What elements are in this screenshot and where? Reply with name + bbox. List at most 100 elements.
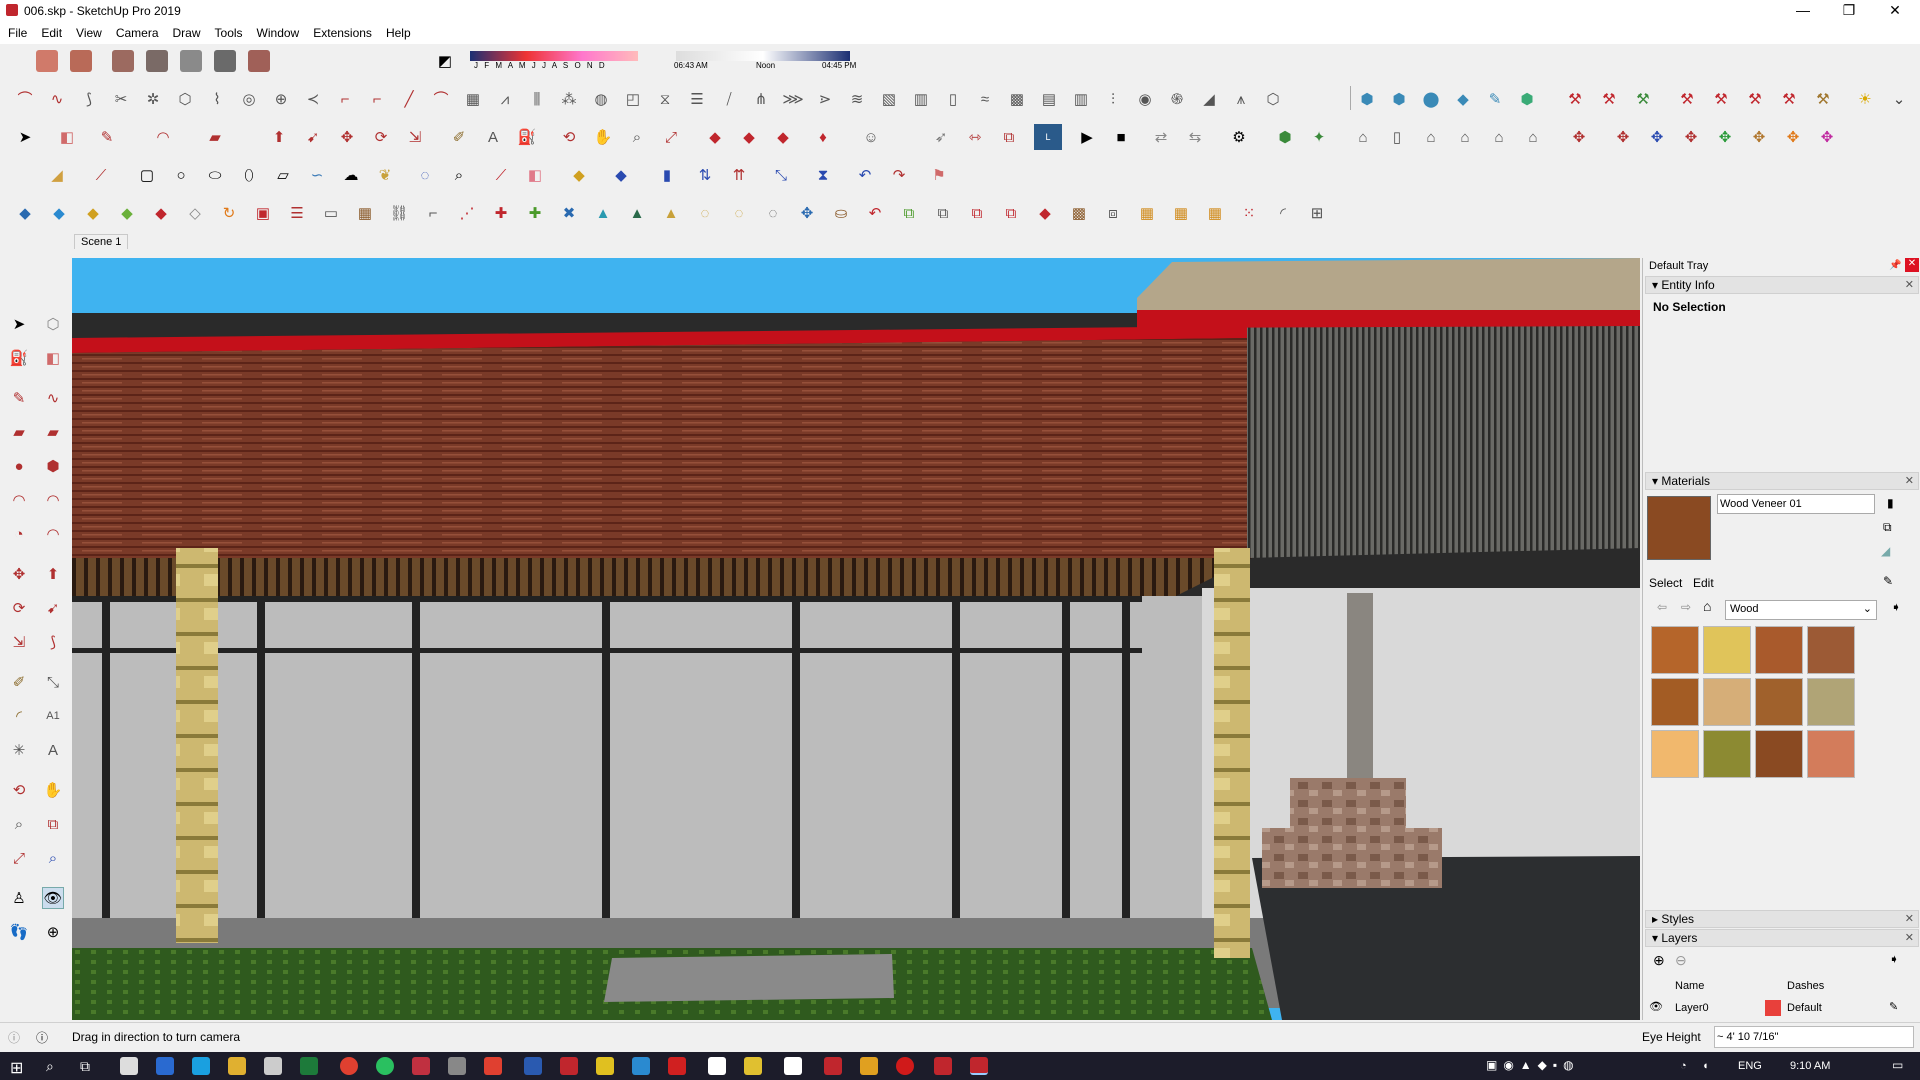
axes-8-icon[interactable]: ✥ (1816, 126, 1838, 148)
red-tool-a-icon[interactable]: ⟋ (490, 164, 512, 186)
grid-orange-1-icon[interactable]: ▦ (1136, 202, 1158, 224)
whatsapp-icon[interactable] (376, 1057, 394, 1075)
slash-icon[interactable]: ⧸ (718, 88, 740, 110)
grid-icon[interactable]: ▦ (462, 88, 484, 110)
axes-7-icon[interactable]: ✥ (1782, 126, 1804, 148)
line-icon[interactable]: ✎ (8, 387, 30, 409)
cross-blue-icon[interactable]: ✖ (558, 202, 580, 224)
eraser-pink-icon[interactable]: ◧ (524, 164, 546, 186)
clock[interactable]: 9:10 AM (1790, 1060, 1830, 1072)
spiral-icon[interactable]: ֍ (1166, 88, 1188, 110)
model-viewport[interactable] (72, 258, 1640, 1020)
undo-arrow-icon[interactable]: ↶ (854, 164, 876, 186)
app-red-1-icon[interactable] (412, 1057, 430, 1075)
select-icon[interactable]: ➤ (8, 313, 30, 335)
materials-close-icon[interactable]: ✕ (1905, 474, 1914, 487)
door-icon[interactable]: ▯ (1386, 126, 1408, 148)
fan-icon[interactable]: ⋙ (782, 88, 804, 110)
cylinder-blue-icon[interactable]: ⬤ (1420, 88, 1442, 110)
layer-blue-2-icon[interactable]: ◆ (48, 202, 70, 224)
swatch-11[interactable] (1755, 730, 1803, 778)
tool-red-4-icon[interactable]: ⚒ (1710, 88, 1732, 110)
polyline-icon[interactable]: ∿ (46, 88, 68, 110)
view-right-icon[interactable] (146, 50, 168, 72)
followme-tool-icon[interactable]: ➹ (42, 597, 64, 619)
swatch-10[interactable] (1703, 730, 1751, 778)
app-red-2-icon[interactable] (484, 1057, 502, 1075)
store-icon[interactable] (264, 1057, 282, 1075)
swatch-1[interactable] (1651, 626, 1699, 674)
bezier-icon[interactable]: ∽ (306, 164, 328, 186)
stop-icon[interactable]: ■ (1110, 126, 1132, 148)
ruled-icon[interactable]: ▥ (1070, 88, 1092, 110)
dots-line-icon[interactable]: ⋰ (456, 202, 478, 224)
sphere-grid-icon[interactable]: ◉ (1134, 88, 1156, 110)
freehand-icon[interactable]: ∿ (42, 387, 64, 409)
orbit-icon[interactable]: ⟲ (558, 126, 580, 148)
rotated-rect-icon[interactable]: ▰ (42, 421, 64, 443)
material-create-icon[interactable]: ⧉ (1883, 520, 1892, 535)
extension-warehouse-icon[interactable]: ◆ (772, 126, 794, 148)
materials-tab-edit[interactable]: Edit (1693, 576, 1714, 590)
offset-tool-icon[interactable]: ⟆ (42, 631, 64, 653)
mesh-icon[interactable]: ▩ (1006, 88, 1028, 110)
previous-view-icon[interactable]: ⌕ (42, 847, 64, 869)
sticky-notes-icon[interactable] (596, 1057, 614, 1075)
material-name-input[interactable] (1717, 494, 1875, 514)
sketchup-active-icon[interactable] (970, 1057, 988, 1075)
oval-shape-icon[interactable]: ⬭ (204, 164, 226, 186)
arc-2pt-icon[interactable]: ◠ (8, 489, 30, 511)
cone-green-icon[interactable]: ▲ (626, 202, 648, 224)
cone-yellow-icon[interactable]: ▲ (660, 202, 682, 224)
import-icon[interactable]: ⇆ (1184, 126, 1206, 148)
view-front-icon[interactable] (112, 50, 134, 72)
tool-green-icon[interactable]: ⚒ (1632, 88, 1654, 110)
rect-icon[interactable]: ▰ (8, 421, 30, 443)
arc-dropdown-icon[interactable]: ◠ (152, 126, 174, 148)
move-tool-icon[interactable]: ✥ (8, 563, 30, 585)
view-bottom-icon[interactable] (248, 50, 270, 72)
rotate-icon[interactable]: ⟳ (370, 126, 392, 148)
parallelogram-shape-icon[interactable]: ▱ (272, 164, 294, 186)
paint-bucket-icon[interactable]: ⛽ (516, 126, 538, 148)
component-icon[interactable]: ⬡ (42, 313, 64, 335)
menu-extensions[interactable]: Extensions (305, 22, 378, 40)
paint-icon[interactable]: ⛽ (8, 347, 30, 369)
entity-info-header[interactable]: ▾ Entity Info ✕ (1645, 276, 1919, 294)
line-tool-icon[interactable]: ╱ (398, 88, 420, 110)
house-1-icon[interactable]: ⌂ (1352, 126, 1374, 148)
lumion-icon[interactable]: L (1034, 124, 1062, 150)
edge-icon[interactable] (192, 1057, 210, 1075)
swatch-12[interactable] (1807, 730, 1855, 778)
layer-blue-1-icon[interactable]: ◆ (14, 202, 36, 224)
garage-icon[interactable]: ⌂ (1522, 126, 1544, 148)
cone-blue-icon[interactable]: ▲ (592, 202, 614, 224)
feather-icon[interactable]: ➶ (930, 126, 952, 148)
arrows-up-icon[interactable]: ⇅ (694, 164, 716, 186)
follow-me-icon[interactable]: ➹ (302, 126, 324, 148)
pie-icon[interactable]: ◔ (8, 523, 30, 545)
paint-icon[interactable] (708, 1057, 726, 1075)
arrows-red-icon[interactable]: ⇈ (728, 164, 750, 186)
house-3-icon[interactable]: ⌂ (1488, 126, 1510, 148)
search-shape-icon[interactable]: ⌕ (448, 164, 470, 186)
back-icon[interactable]: ⇦ (1657, 600, 1667, 614)
wifi-icon[interactable]: ◔ (1680, 1060, 1687, 1072)
window-icon[interactable]: ⧈ (1102, 202, 1124, 224)
excel-icon[interactable] (300, 1057, 318, 1075)
pencil-blue-icon[interactable]: ✎ (1484, 88, 1506, 110)
protractor-tool-icon[interactable]: ◜ (8, 705, 30, 727)
corner-icon[interactable]: ⌐ (422, 202, 444, 224)
fillet-icon[interactable]: ⌐ (334, 88, 356, 110)
circle-shape-icon[interactable]: ○ (170, 164, 192, 186)
grid-orange-2-icon[interactable]: ▦ (1170, 202, 1192, 224)
forward-icon[interactable]: ⇨ (1681, 600, 1691, 614)
path-icon[interactable]: ⩘ (494, 88, 516, 110)
time-slider[interactable] (676, 51, 850, 61)
fork-icon[interactable]: ⋔ (750, 88, 772, 110)
lasso-grey-icon[interactable]: ◌ (762, 202, 784, 224)
tool-red-2-icon[interactable]: ⚒ (1598, 88, 1620, 110)
axes-6-icon[interactable]: ✥ (1748, 126, 1770, 148)
erase-icon[interactable]: ◧ (42, 347, 64, 369)
comb-icon[interactable]: ⫶ (1102, 88, 1124, 110)
